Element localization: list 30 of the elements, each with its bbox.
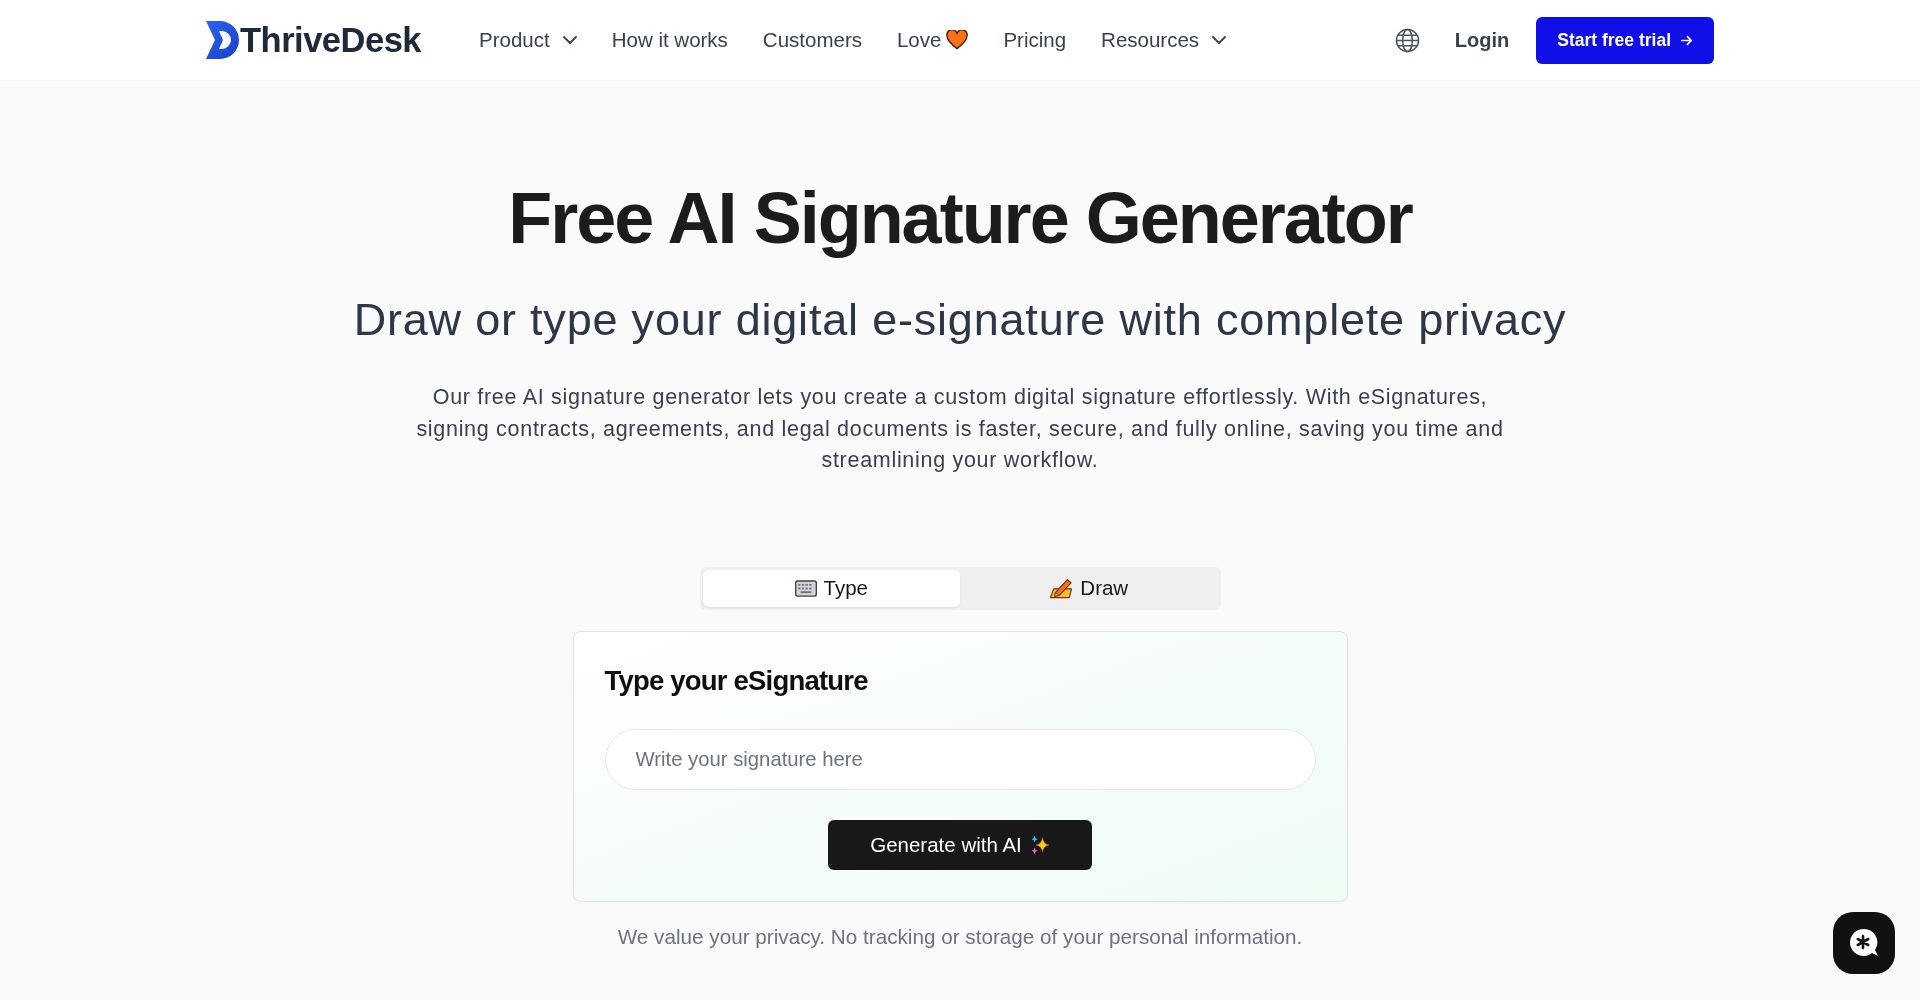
tab[interactable]: Type: [702, 569, 960, 607]
signature-input[interactable]: Write your signature here: [604, 728, 1316, 790]
chat-button[interactable]: [1833, 912, 1895, 974]
nav-link[interactable]: How it works: [611, 28, 728, 52]
intro-paragraph: Our free AI signature generator lets you create a custom digital signature effortlessly. With eSignatures, signing contracts, agreements, and legal documents is faster, secure, and fully online, saving you time and streamlining your workflow.: [415, 384, 1505, 474]
nav-dropdown[interactable]: Resources: [1101, 28, 1227, 52]
nav-link[interactable]: Customers: [762, 28, 862, 52]
login-link[interactable]: Login: [1454, 28, 1510, 52]
sparkles-icon: [1029, 834, 1050, 855]
nav-link[interactable]: Love: [896, 28, 969, 52]
generate-button[interactable]: Generate with AI: [828, 819, 1092, 870]
tab[interactable]: Draw: [960, 569, 1218, 607]
page-subtitle: Draw or type your digital e-signature with complete privacy: [353, 293, 1567, 347]
nav-link[interactable]: Pricing: [1003, 28, 1067, 52]
start-trial-button[interactable]: Start free trial: [1536, 16, 1714, 64]
speech-bubble-icon: [1848, 928, 1880, 958]
globe-icon: [1394, 27, 1420, 53]
card-title: Type your eSignature: [604, 663, 868, 698]
pencil-on-paper-icon: [1049, 577, 1074, 599]
heart-icon: [946, 30, 969, 50]
language-button[interactable]: [1394, 27, 1420, 53]
home-logo-link[interactable]: ThriveDesk: [206, 20, 421, 60]
keyboard-icon: [794, 579, 817, 597]
privacy-note: We value your privacy. No tracking or storage of your personal information.: [617, 923, 1303, 950]
logo-icon: [206, 21, 239, 59]
chevron-down-icon: [1212, 36, 1227, 44]
page-title: Free AI Signature Generator: [508, 177, 1412, 260]
nav-dropdown[interactable]: Product: [479, 28, 577, 52]
arrow-right-icon: [1681, 34, 1693, 46]
chevron-down-icon: [562, 36, 577, 44]
